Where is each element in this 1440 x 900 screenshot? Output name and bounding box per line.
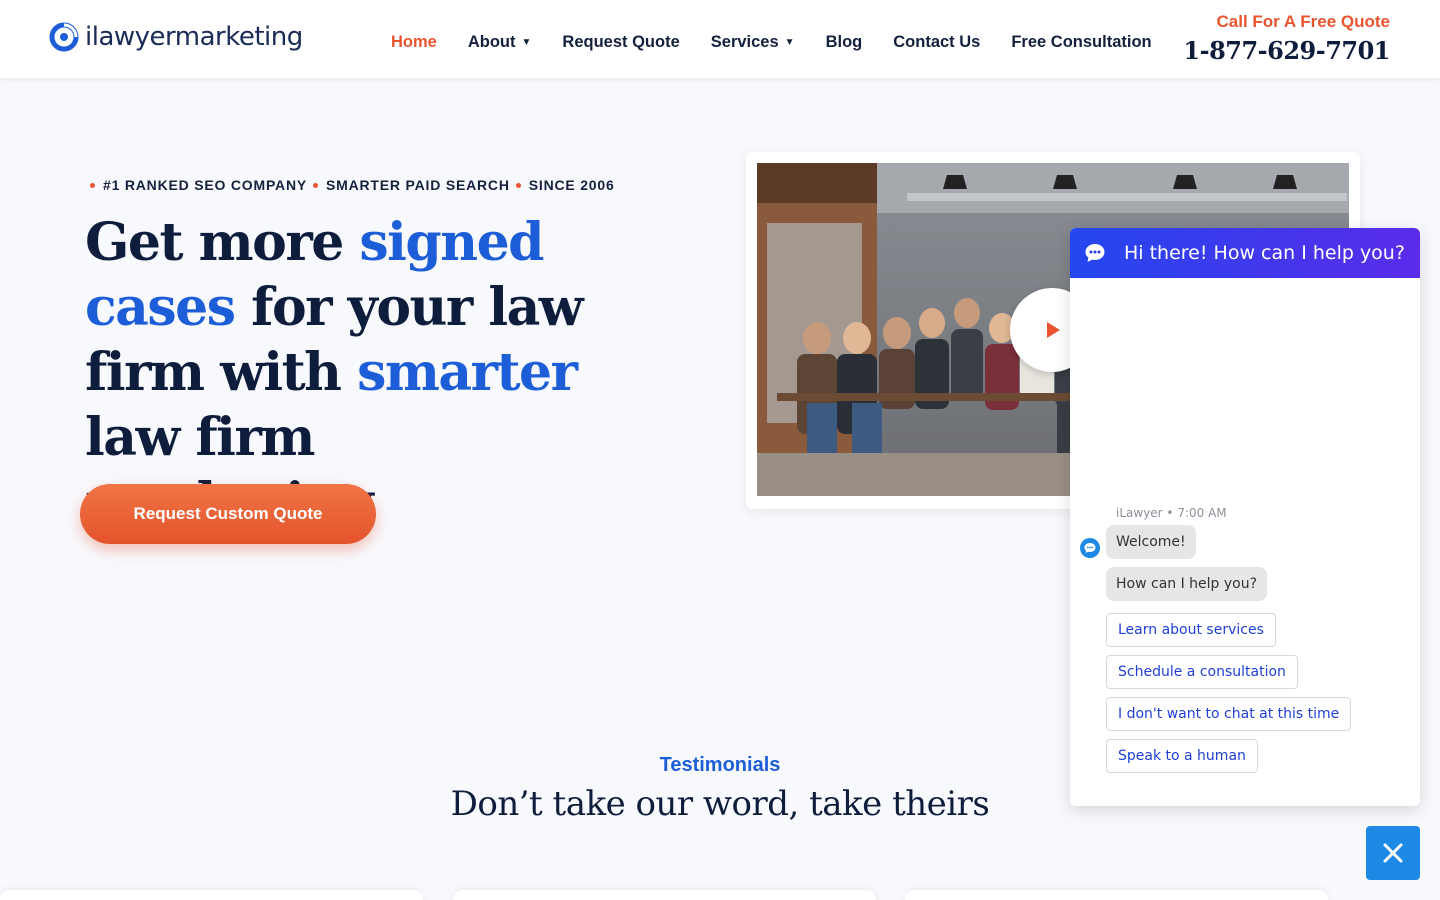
call-label: Call For A Free Quote — [1216, 12, 1391, 31]
nav-contact-us[interactable]: Contact Us — [893, 33, 980, 52]
nav-services[interactable]: Services ▼ — [711, 33, 795, 52]
headline-text: Get more — [85, 212, 360, 273]
testimonial-card — [453, 890, 876, 900]
chat-widget: Hi there! How can I help you? iLawyer • … — [1070, 228, 1420, 806]
nav-free-consultation-label: Free Consultation — [1011, 33, 1152, 51]
request-custom-quote-button[interactable]: Request Custom Quote — [80, 484, 376, 544]
chat-header: Hi there! How can I help you? — [1070, 228, 1420, 278]
site-header: ilawyermarketing Home About ▼ Request Quo… — [0, 0, 1440, 78]
nav-about-label: About — [467, 33, 516, 51]
play-icon — [1047, 322, 1060, 338]
chat-message-bubble: How can I help you? — [1106, 567, 1268, 601]
bullet-dot-icon — [313, 182, 319, 188]
tagline-item: #1 RANKED SEO COMPANY — [103, 177, 308, 193]
logo-link[interactable]: ilawyermarketing — [49, 22, 303, 52]
call-block: Call For A Free Quote 1-877-629-7701 — [1183, 12, 1390, 65]
chat-message-meta: iLawyer • 7:00 AM — [1116, 506, 1227, 520]
ilawyer-swirl-icon — [49, 22, 79, 52]
main-nav: Home About ▼ Request Quote Services ▼ Blog… — [391, 33, 1183, 52]
caret-down-icon: ▼ — [784, 37, 795, 48]
close-icon — [1383, 843, 1403, 863]
nav-free-consultation[interactable]: Free Consultation — [1011, 33, 1151, 52]
chat-close-button[interactable] — [1366, 826, 1420, 880]
bot-avatar-icon — [1080, 538, 1100, 558]
nav-blog[interactable]: Blog — [826, 33, 863, 52]
tagline-item: SINCE 2006 — [528, 177, 615, 193]
testimonial-card — [905, 890, 1328, 900]
nav-services-label: Services — [710, 33, 779, 51]
nav-request-quote-label: Request Quote — [562, 33, 680, 51]
logo-text: ilawyermarketing — [85, 22, 303, 52]
headline-highlight: cases — [85, 277, 236, 338]
caret-down-icon: ▼ — [521, 37, 532, 48]
nav-blog-label: Blog — [825, 33, 863, 51]
nav-home[interactable]: Home — [391, 33, 437, 52]
quick-reply-learn-services[interactable]: Learn about services — [1106, 613, 1276, 647]
quick-reply-no-chat[interactable]: I don't want to chat at this time — [1106, 697, 1352, 731]
quick-reply-schedule-consultation[interactable]: Schedule a consultation — [1106, 655, 1298, 689]
nav-request-quote[interactable]: Request Quote — [562, 33, 679, 52]
bullet-dot-icon — [515, 182, 521, 188]
chat-header-title: Hi there! How can I help you? — [1124, 242, 1405, 264]
nav-about[interactable]: About ▼ — [468, 33, 532, 52]
chat-bubble-icon — [1085, 244, 1105, 262]
tagline-item: SMARTER PAID SEARCH — [326, 177, 510, 193]
hero-tagline: #1 RANKED SEO COMPANY SMARTER PAID SEARC… — [90, 177, 615, 193]
bullet-dot-icon — [90, 182, 95, 188]
headline-highlight: signed — [359, 212, 544, 273]
nav-home-label: Home — [391, 33, 437, 51]
testimonial-card — [0, 890, 423, 900]
headline-highlight: smarter — [357, 342, 578, 403]
phone-link[interactable]: 1-877-629-7701 — [1183, 36, 1390, 65]
chat-message-bubble: Welcome! — [1106, 525, 1196, 559]
nav-contact-us-label: Contact Us — [893, 33, 981, 51]
quick-reply-speak-human[interactable]: Speak to a human — [1106, 739, 1258, 773]
